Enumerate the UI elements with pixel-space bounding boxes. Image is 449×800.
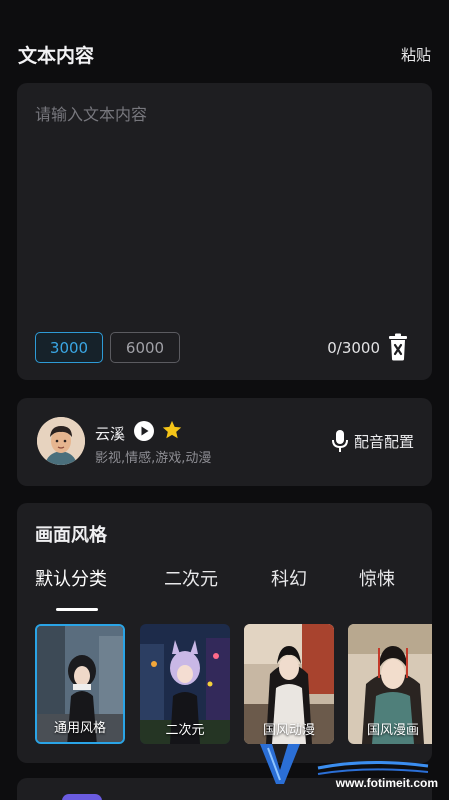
section-title: 文本内容 xyxy=(18,44,95,67)
style-item-guofeng-comic[interactable]: 国风漫画 xyxy=(348,624,432,744)
tab-thriller[interactable]: 惊悚 xyxy=(359,565,395,591)
bottom-card-icon xyxy=(62,794,102,800)
tab-scifi[interactable]: 科幻 xyxy=(271,565,307,591)
text-section-header: 文本内容 粘贴 xyxy=(18,40,431,68)
tab-anime[interactable]: 二次元 xyxy=(164,565,218,591)
dub-config-label: 配音配置 xyxy=(353,432,414,451)
dub-config-button[interactable]: 配音配置 xyxy=(331,430,414,452)
microphone-icon xyxy=(331,430,348,452)
style-item-label: 通用风格 xyxy=(53,721,106,736)
style-item-general[interactable]: 通用风格 xyxy=(35,624,125,744)
style-card: 画面风格 默认分类 二次元 科幻 惊悚 通用风格 二次元 国风动漫 国风漫画 xyxy=(17,503,432,763)
style-item-label: 二次元 xyxy=(165,723,205,738)
style-item-anime[interactable]: 二次元 xyxy=(140,624,230,744)
style-item-label: 国风漫画 xyxy=(366,723,419,738)
style-item-label: 国风动漫 xyxy=(262,723,315,738)
voice-name: 云溪 xyxy=(95,425,126,443)
limit-3000-button[interactable]: 3000 xyxy=(35,332,103,363)
clear-text-icon[interactable] xyxy=(388,333,408,361)
play-icon[interactable] xyxy=(133,420,155,442)
voice-tags: 影视,情感,游戏,动漫 xyxy=(95,451,212,466)
text-input-card: 请输入文本内容 3000 6000 0/3000 xyxy=(17,83,432,380)
char-counter: 0/3000 xyxy=(327,339,380,357)
watermark-url: www.fotimeit.com xyxy=(335,776,438,790)
voice-card[interactable]: 云溪 影视,情感,游戏,动漫 配音配置 xyxy=(17,398,432,486)
tab-default[interactable]: 默认分类 xyxy=(35,565,107,591)
star-icon[interactable] xyxy=(161,419,183,441)
active-tab-indicator xyxy=(56,608,98,611)
style-title: 画面风格 xyxy=(35,525,107,546)
style-item-guofeng-anime[interactable]: 国风动漫 xyxy=(244,624,334,744)
paste-button[interactable]: 粘贴 xyxy=(401,44,431,65)
limit-6000-button[interactable]: 6000 xyxy=(110,332,180,363)
voice-avatar xyxy=(37,417,85,465)
watermark-logo: www.fotimeit.com xyxy=(258,740,448,796)
text-input[interactable]: 请输入文本内容 xyxy=(35,101,147,125)
